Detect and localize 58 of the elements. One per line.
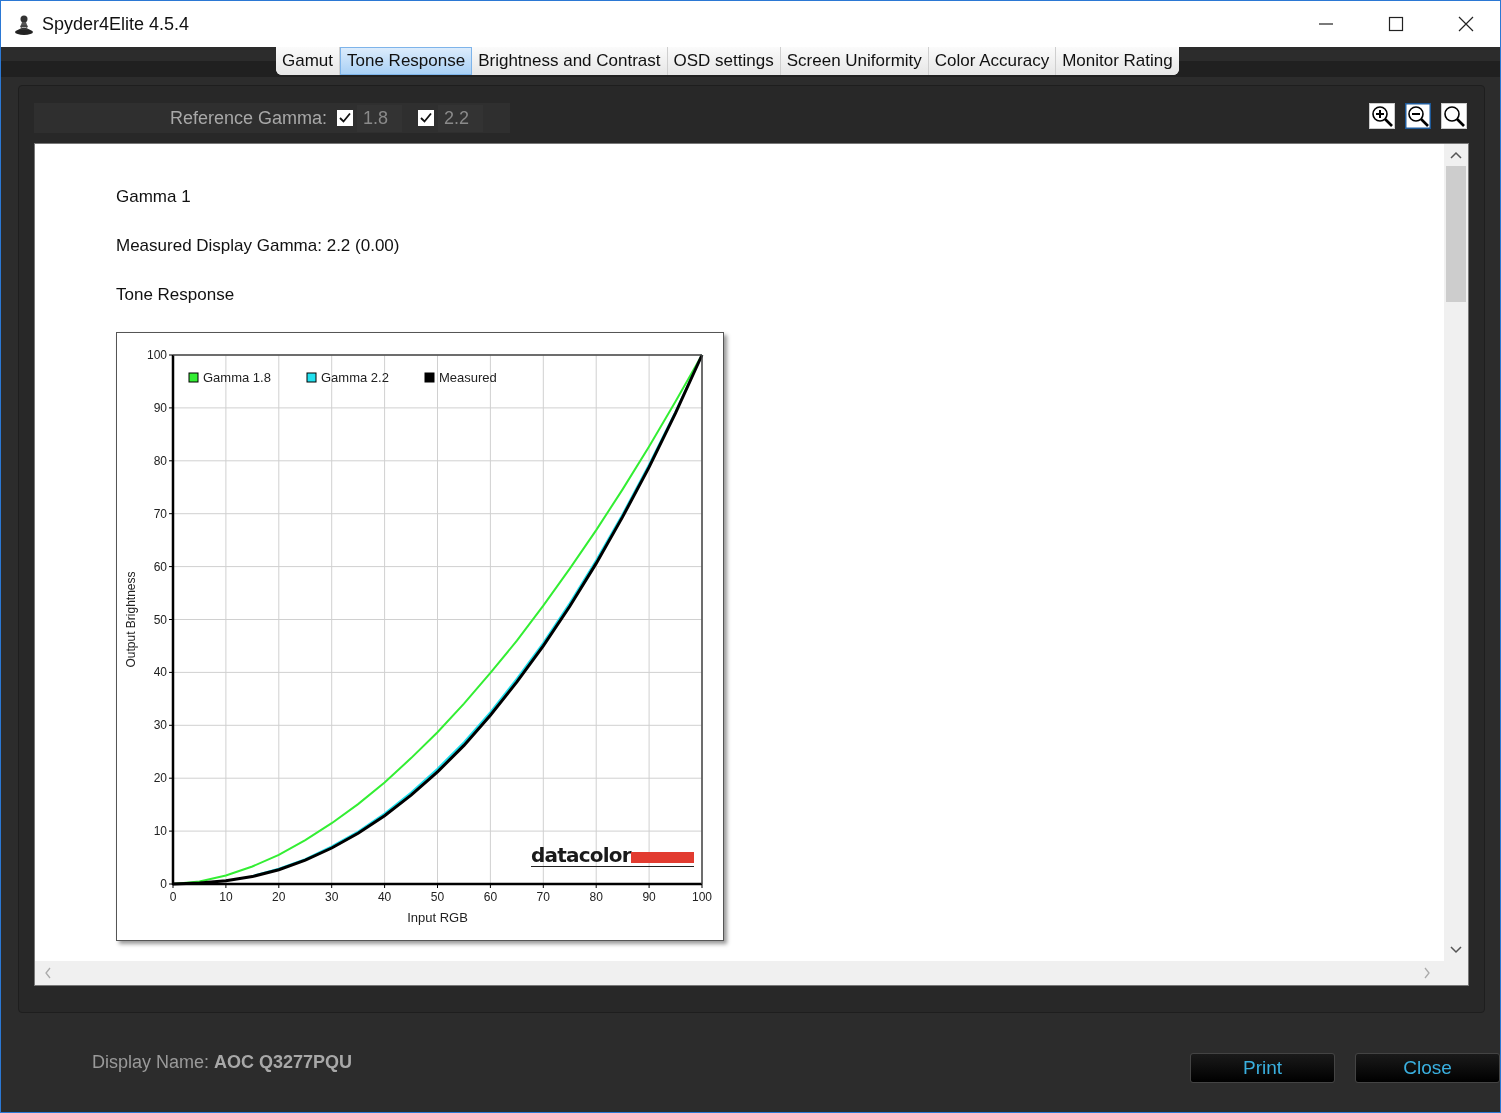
x-tick-label: 60	[483, 890, 498, 904]
x-tick-label: 70	[536, 890, 550, 904]
brand-logo: datacolor	[531, 845, 631, 865]
checkbox[interactable]	[337, 110, 354, 126]
y-tick-label: 70	[153, 506, 167, 521]
checkbox[interactable]	[418, 110, 435, 126]
zoom-out-icon[interactable]	[1405, 103, 1431, 129]
tab[interactable]: OSD settings	[667, 47, 781, 75]
scroll-up-icon[interactable]	[1450, 150, 1462, 160]
y-tick-label: 100	[146, 348, 167, 362]
report-heading: Gamma 1	[116, 187, 192, 207]
maximize-icon[interactable]	[1388, 16, 1404, 32]
y-tick-label: 90	[153, 400, 167, 415]
display-name-text: Display Name: AOC Q3277PQU	[92, 1052, 353, 1073]
section-title: Tone Response	[116, 285, 236, 305]
y-tick-label: 20	[153, 771, 167, 786]
x-tick-label: 50	[430, 890, 445, 904]
tab[interactable]: Color Accuracy	[928, 47, 1057, 75]
tab[interactable]: Gamut	[276, 47, 341, 75]
y-tick-label: 50	[153, 612, 167, 627]
x-tick-label: 20	[272, 890, 286, 904]
y-tick-label: 80	[153, 453, 167, 468]
x-tick-label: 10	[219, 890, 233, 904]
tab[interactable]: Brightness and Contrast	[472, 47, 668, 75]
footer-button[interactable]: Print	[1190, 1052, 1335, 1083]
logo-bar	[630, 852, 694, 863]
x-tick-label: 0	[169, 890, 177, 904]
scroll-thumb[interactable]	[1446, 166, 1466, 302]
x-axis-title: Input RGB	[407, 910, 468, 925]
y-tick-label: 10	[153, 824, 167, 839]
measured-gamma-text: Measured Display Gamma: 2.2 (0.00)	[116, 236, 401, 256]
x-tick-label: 100	[692, 890, 712, 904]
y-tick-label: 0	[160, 877, 167, 891]
vertical-scrollbar[interactable]	[1444, 144, 1468, 961]
legend-label: Gamma 1.8	[203, 370, 271, 385]
x-tick-label: 40	[377, 890, 392, 904]
zoom-icon[interactable]	[1441, 103, 1467, 129]
zoom-in-icon[interactable]	[1369, 103, 1395, 129]
app-logo-icon	[14, 13, 34, 35]
tab[interactable]: Monitor Rating	[1056, 47, 1179, 75]
scroll-down-icon[interactable]	[1450, 945, 1462, 955]
legend-label: Gamma 2.2	[321, 370, 389, 385]
window-title: Spyder4Elite 4.5.4	[42, 13, 190, 35]
y-tick-label: 40	[153, 665, 167, 680]
footer-button[interactable]: Close	[1355, 1052, 1500, 1083]
y-tick-label: 30	[153, 718, 167, 733]
y-axis-title: Output Brightness	[124, 571, 138, 668]
tab[interactable]: Tone Response	[340, 47, 473, 75]
x-tick-label: 80	[589, 890, 603, 904]
gamma-value: 2.2	[438, 104, 484, 132]
gamma-value: 1.8	[357, 104, 403, 132]
y-tick-label: 60	[153, 559, 167, 574]
x-tick-label: 90	[642, 890, 656, 904]
close-icon[interactable]	[1458, 16, 1474, 32]
x-tick-label: 30	[325, 890, 339, 904]
reference-gamma-label: Reference Gamma:	[170, 107, 328, 129]
legend-label: Measured	[439, 370, 497, 385]
tab[interactable]: Screen Uniformity	[780, 47, 929, 75]
